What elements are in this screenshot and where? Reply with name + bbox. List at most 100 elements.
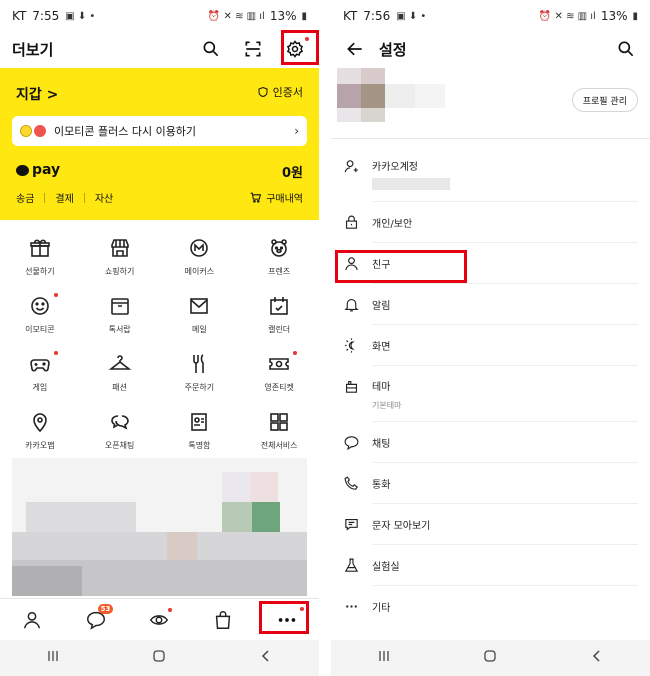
- shield-icon: [258, 86, 268, 98]
- setting-labs[interactable]: 실험실: [331, 545, 650, 586]
- profile-manage-button[interactable]: 프로필 관리: [571, 88, 638, 112]
- avatar[interactable]: [337, 68, 477, 126]
- setting-display[interactable]: 화면: [331, 325, 650, 366]
- divider: [331, 138, 650, 139]
- cart-icon: [250, 192, 262, 203]
- home-icon: [153, 650, 166, 662]
- setting-label: 채팅: [372, 439, 391, 450]
- settings-screen: KT 7:56 ▣ ⬇ • ⏰ ✕ ≋ ▥ ıl 13% ▮ 설정 프로필 관리…: [331, 0, 650, 676]
- system-navigation: [331, 640, 650, 676]
- gift-icon: [30, 239, 50, 257]
- recents-icon: [48, 651, 58, 661]
- service-namecard[interactable]: 톡명함: [160, 406, 240, 458]
- brightness-icon: [345, 338, 355, 353]
- nav-shopping[interactable]: [203, 602, 243, 638]
- gear-icon: [286, 40, 304, 58]
- setting-subtitle: 기본테마: [372, 401, 402, 410]
- search-button[interactable]: [199, 37, 223, 61]
- setting-privacy[interactable]: 개인/보안: [331, 202, 650, 243]
- map-pin-icon: [33, 413, 47, 433]
- bottom-navigation: 53: [0, 598, 319, 640]
- nav-chats[interactable]: 53: [76, 602, 116, 638]
- service-label: 영존티켓: [264, 383, 294, 392]
- signal-icons: ⏰ ✕ ≋ ▥ ıl: [538, 10, 596, 22]
- pay-link-payment[interactable]: 결제: [55, 190, 73, 205]
- setting-label: 카카오계정: [372, 162, 418, 173]
- setting-message-collect[interactable]: 문자 모아보기: [331, 504, 650, 545]
- service-openchat[interactable]: 오픈채팅: [80, 406, 160, 458]
- status-icons: ▣ ⬇ •: [65, 10, 96, 22]
- lock-icon: [345, 215, 358, 229]
- service-calendar[interactable]: 캘린더: [239, 290, 319, 342]
- phone-icon: [344, 476, 358, 490]
- recents-button[interactable]: [45, 648, 61, 668]
- person-icon: [23, 611, 40, 628]
- search-icon: [618, 41, 634, 57]
- search-button[interactable]: [614, 37, 638, 61]
- service-friends[interactable]: 프렌즈: [239, 232, 319, 284]
- service-shopping[interactable]: 쇼핑하기: [80, 232, 160, 284]
- search-icon: [203, 41, 219, 57]
- service-label: 전체서비스: [260, 441, 298, 450]
- setting-call[interactable]: 통화: [331, 463, 650, 504]
- signal-icons: ⏰ ✕ ≋ ▥ ıl: [207, 10, 265, 22]
- back-button[interactable]: [589, 648, 605, 668]
- page-title: 더보기: [12, 40, 54, 59]
- emoticon-plus-banner[interactable]: 이모티콘 플러스 다시 이용하기 ›: [12, 116, 307, 146]
- battery-level: 13%: [269, 9, 297, 23]
- setting-kakao-account[interactable]: 카카오계정: [331, 146, 650, 202]
- service-mail[interactable]: 메일: [160, 290, 240, 342]
- service-label: 톡명함: [188, 441, 211, 450]
- certificate-link[interactable]: 인증서: [257, 84, 303, 100]
- divider: [44, 192, 46, 203]
- service-game[interactable]: 게임: [0, 348, 80, 400]
- setting-chat[interactable]: 채팅: [331, 422, 650, 463]
- pay-balance[interactable]: 0원: [282, 162, 303, 181]
- friends-character-icon: [271, 239, 287, 257]
- recents-button[interactable]: [376, 648, 392, 668]
- home-button[interactable]: [151, 648, 167, 668]
- service-emoticon[interactable]: 이모티콘: [0, 290, 80, 342]
- settings-button[interactable]: [283, 37, 309, 61]
- mail-icon: [190, 298, 209, 314]
- wallet-title[interactable]: 지갑 >: [16, 84, 58, 104]
- service-makers[interactable]: 메이커스: [160, 232, 240, 284]
- service-all[interactable]: 전체서비스: [239, 406, 319, 458]
- service-fashion[interactable]: 패션: [80, 348, 160, 400]
- setting-label: 개인/보안: [372, 219, 413, 230]
- pay-link-transfer[interactable]: 송금: [16, 190, 34, 205]
- back-button[interactable]: [343, 37, 367, 61]
- new-dot: [53, 351, 58, 355]
- pay-logo-text: pay: [32, 162, 61, 178]
- settings-list: 카카오계정 개인/보안 친구 알림 화면 테마 기본테마 채팅 통화 문자 모아…: [331, 146, 650, 627]
- nav-view[interactable]: [139, 602, 179, 638]
- smile-icon: [31, 297, 49, 315]
- setting-etc[interactable]: 기타: [331, 586, 650, 627]
- setting-notifications[interactable]: 알림: [331, 284, 650, 325]
- cutlery-icon: [193, 354, 205, 373]
- service-ticket[interactable]: 영존티켓: [239, 348, 319, 400]
- home-button[interactable]: [482, 648, 498, 668]
- ad-banner-blurred[interactable]: [12, 458, 307, 596]
- service-kakaomap[interactable]: 카카오맵: [0, 406, 80, 458]
- service-order[interactable]: 주문하기: [160, 348, 240, 400]
- flask-icon: [344, 558, 359, 572]
- purchase-history-link[interactable]: 구매내역: [249, 190, 303, 205]
- nav-friends[interactable]: [12, 602, 52, 638]
- calendar-icon: [270, 297, 288, 315]
- banner-text: 이모티콘 플러스 다시 이용하기: [54, 125, 197, 138]
- service-label: 메이커스: [184, 267, 215, 276]
- back-button[interactable]: [258, 648, 274, 668]
- service-label: 오픈채팅: [104, 441, 135, 450]
- nav-more[interactable]: [267, 602, 307, 638]
- hanger-icon: [108, 355, 131, 370]
- setting-label: 기타: [372, 603, 391, 614]
- kakaopay-logo[interactable]: pay: [16, 162, 60, 178]
- pay-link-assets[interactable]: 자산: [95, 190, 113, 205]
- scan-button[interactable]: [241, 37, 265, 61]
- setting-friends[interactable]: 친구: [331, 243, 650, 284]
- setting-theme[interactable]: 테마 기본테마: [331, 366, 650, 422]
- service-gift[interactable]: 선물하기: [0, 232, 80, 284]
- service-drawer[interactable]: 톡서랍: [80, 290, 160, 342]
- carrier-label: KT: [343, 9, 358, 23]
